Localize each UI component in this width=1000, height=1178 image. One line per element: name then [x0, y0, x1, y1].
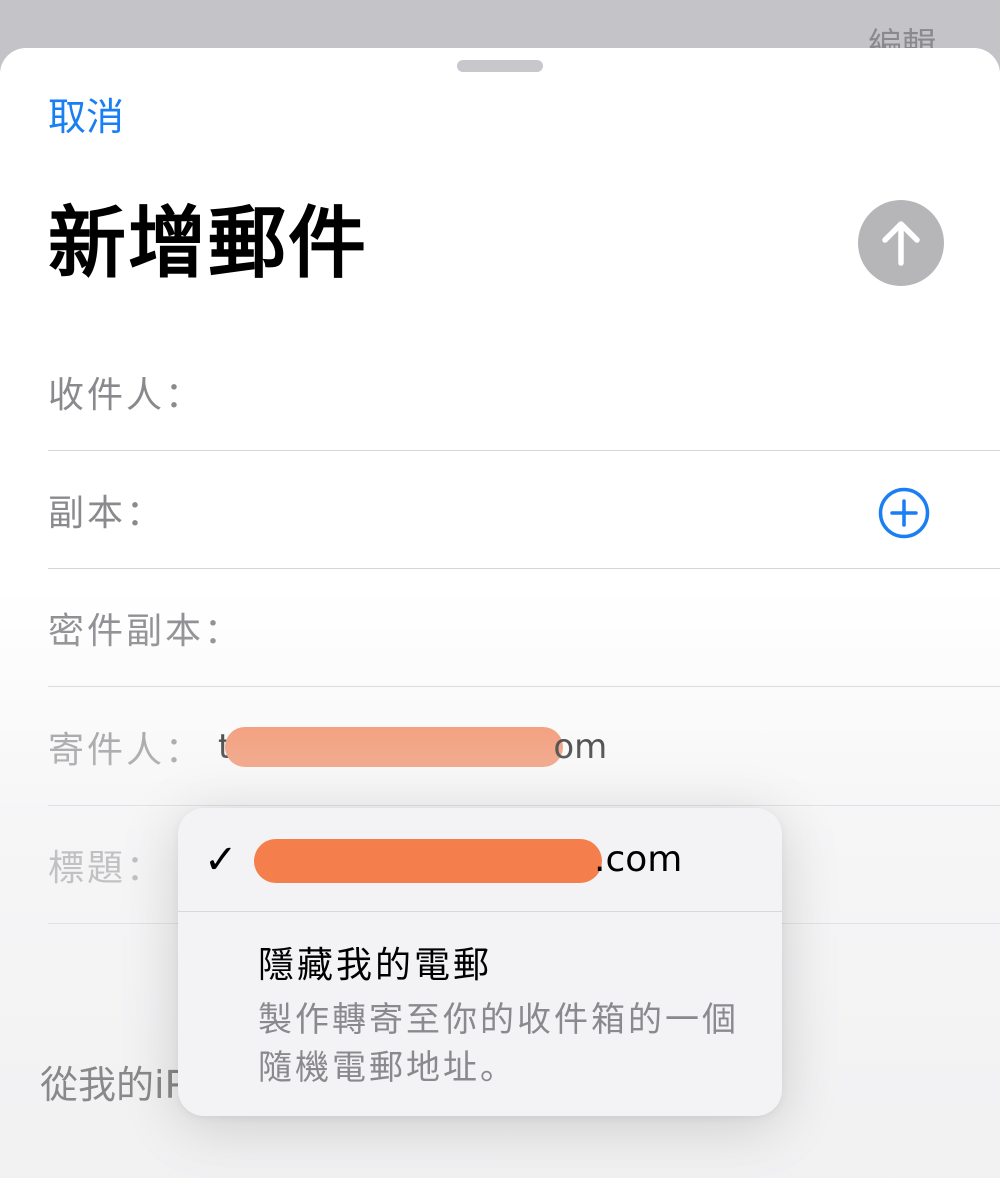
checkmark-icon: ✓: [204, 837, 238, 883]
hide-my-email-title: 隱藏我的電郵: [258, 945, 493, 986]
menu-item-hide-my-email[interactable]: 隱藏我的電郵 製作轉寄至你的收件箱的一個隨機電郵地址。: [178, 912, 782, 1116]
subject-label: 標題：: [48, 847, 166, 889]
hide-my-email-description: 製作轉寄至你的收件箱的一個隨機電郵地址。: [258, 1000, 739, 1088]
cancel-button[interactable]: 取消: [48, 90, 124, 144]
plus-circle-icon[interactable]: [878, 487, 930, 539]
redacted-email: [225, 726, 564, 767]
sheet-grabber[interactable]: [457, 60, 543, 72]
redacted-email: [254, 839, 602, 883]
from-label: 寄件人：: [48, 729, 205, 771]
to-label: 收件人：: [48, 374, 205, 416]
to-row[interactable]: 收件人：: [48, 333, 1000, 451]
bcc-label: 密件副本：: [48, 610, 244, 652]
from-value[interactable]: t om: [218, 688, 900, 805]
from-row[interactable]: 寄件人： t om: [48, 688, 1000, 806]
menu-address: .com: [254, 832, 682, 888]
cc-input[interactable]: [198, 451, 900, 568]
menu-address-suffix: .com: [594, 839, 683, 880]
cc-row[interactable]: 副本：: [48, 451, 1000, 569]
bcc-row[interactable]: 密件副本：: [48, 569, 1000, 687]
cc-label: 副本：: [48, 492, 166, 534]
send-button[interactable]: [858, 200, 944, 286]
body-text[interactable]: 從我的iP: [40, 1058, 187, 1112]
to-input[interactable]: [198, 333, 900, 450]
from-address-menu: ✓ .com 隱藏我的電郵 製作轉寄至你的收件箱的一個隨機電郵地址。: [178, 808, 782, 1116]
compose-sheet: 取消 新增郵件 收件人： 副本： 密件副本： 寄件人： t om 標題： 從我的…: [0, 48, 1000, 1178]
from-value-end: om: [553, 726, 608, 767]
menu-item-current-address[interactable]: ✓ .com: [178, 808, 782, 912]
background-edit-label: 編輯: [868, 26, 936, 50]
bcc-input[interactable]: [238, 569, 900, 686]
page-title: 新增郵件: [48, 199, 369, 289]
arrow-up-icon: [882, 221, 920, 266]
